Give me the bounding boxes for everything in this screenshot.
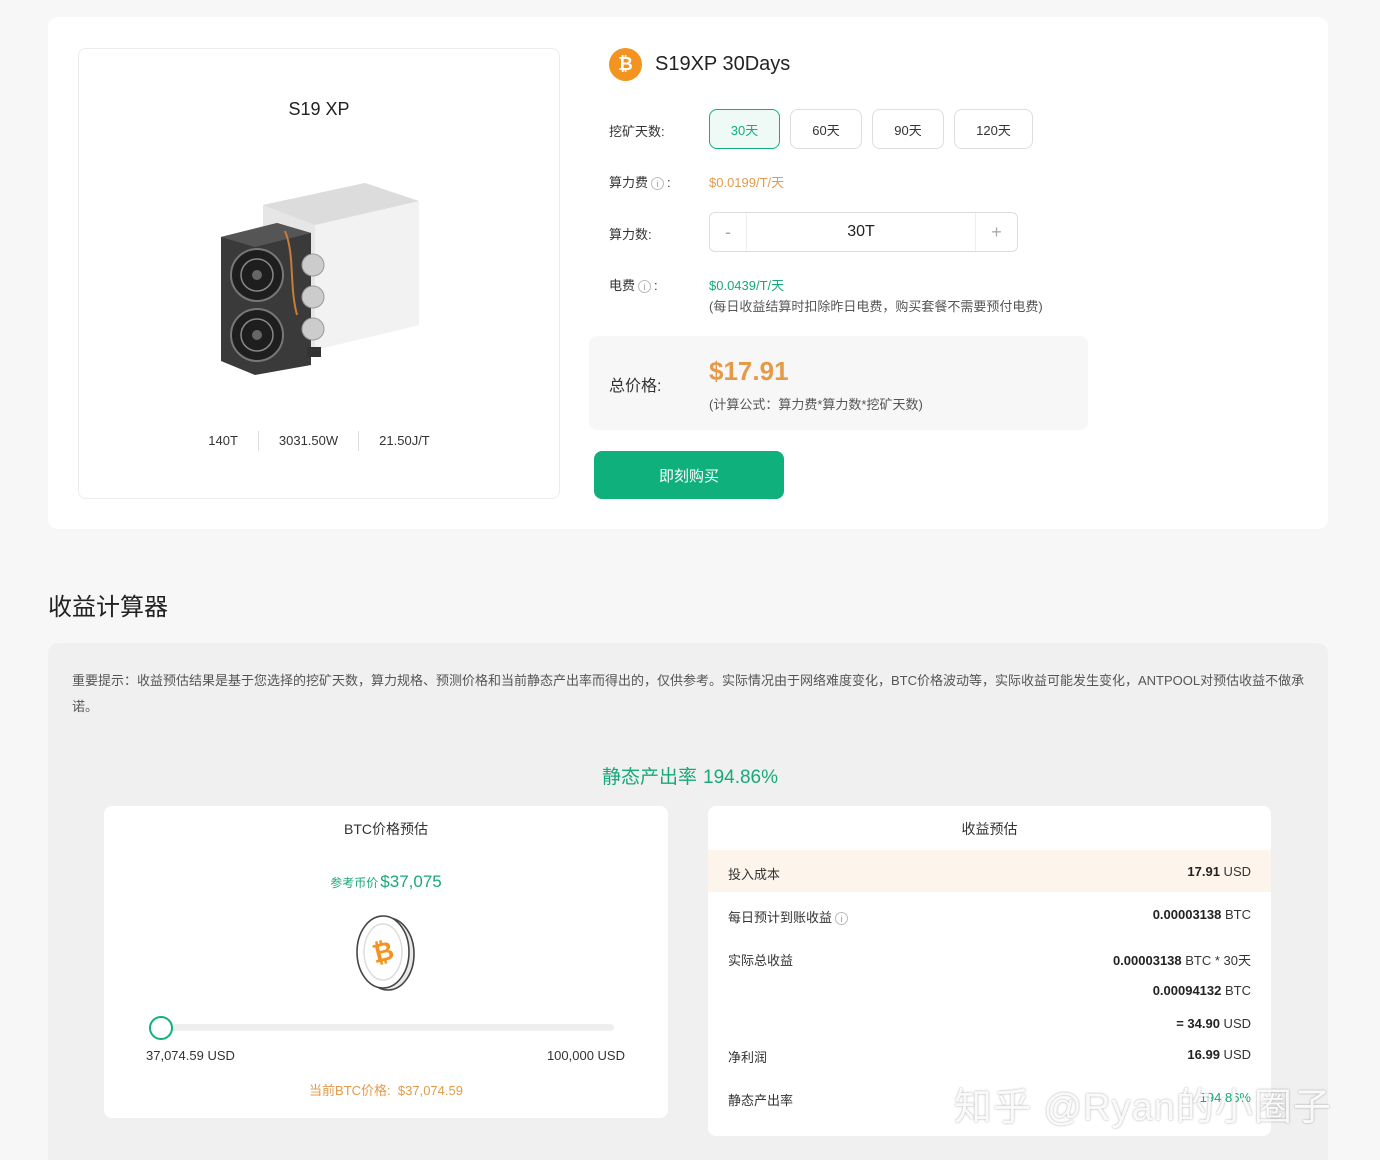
- spec-efficiency: 21.50J/T: [379, 433, 430, 448]
- days-label: 挖矿天数:: [609, 124, 665, 139]
- total-btc-unit: BTC: [1221, 983, 1251, 998]
- hashrate-stepper: - 30T +: [709, 212, 1018, 252]
- product-title: S19XP 30Days: [655, 53, 791, 75]
- net-profit-value: 16.99: [1187, 1047, 1220, 1062]
- total-price-box: 总价格: $17.91 (计算公式：算力费*算力数*挖矿天数): [589, 336, 1088, 430]
- ref-price-value: $37,075: [380, 872, 442, 891]
- miner-image: [221, 183, 419, 375]
- bitcoin-coin-icon: ₿: [356, 915, 415, 991]
- info-icon[interactable]: i: [638, 280, 652, 294]
- rate-label: 静态产出率: [728, 1093, 794, 1108]
- cost-row: 投入成本 17.91 USD: [708, 850, 1271, 892]
- hashrate-fee-value: $0.0199/T/天: [709, 175, 785, 190]
- increment-button[interactable]: +: [976, 213, 1017, 251]
- elec-colon: :: [654, 278, 658, 293]
- current-btc-price: 当前BTC价格: $37,074.59: [104, 1080, 668, 1099]
- day-option-30[interactable]: 30天: [709, 109, 780, 149]
- cost-unit: USD: [1219, 864, 1251, 879]
- hashrate-fee-colon: :: [667, 175, 671, 190]
- total-usd-value: = 34.90: [1176, 1016, 1220, 1031]
- product-name: S19 XP: [288, 99, 350, 119]
- cost-label: 投入成本: [728, 867, 781, 882]
- daily-row: 每日预计到账收益 i 0.00003138 BTC: [708, 893, 1271, 935]
- total-earn-value: 0.00003138: [1112, 953, 1182, 968]
- hashrate-input[interactable]: 30T: [746, 213, 976, 251]
- daily-value: 0.00003138: [1152, 907, 1222, 922]
- ref-price: 参考币价 $37,075: [104, 872, 668, 892]
- decrement-button[interactable]: -: [710, 213, 746, 251]
- slider-max-label: 100,000 USD: [546, 1048, 625, 1063]
- product-title-row: ₿ S19XP 30Days: [609, 48, 790, 81]
- total-formula: (计算公式：算力费*算力数*挖矿天数): [709, 397, 923, 412]
- net-profit-label: 净利润: [728, 1050, 768, 1065]
- total-label: 总价格:: [609, 378, 662, 395]
- total-earn-unit: BTC * 30天: [1181, 953, 1251, 968]
- static-rate-label: 静态产出率: [601, 767, 697, 788]
- elec-label-row: 电费 i:: [609, 275, 658, 294]
- hashrate-fee-label: 算力费: [609, 175, 649, 190]
- btc-price-panel: BTC价格预估 参考币价 $37,075 ₿ 37,074.59 USD 100,…: [104, 806, 668, 1118]
- static-rate-value: 194.86%: [703, 767, 779, 788]
- total-earn-label: 实际总收益: [728, 953, 794, 968]
- hashrate-fee-label-row: 算力费 i:: [609, 172, 671, 191]
- slider-min-label: 37,074.59 USD: [146, 1048, 235, 1063]
- elec-note: (每日收益结算时扣除昨日电费，购买套餐不需要预付电费): [709, 299, 1043, 314]
- product-specs: 140T 3031.50W 21.50J/T: [79, 431, 559, 451]
- info-icon[interactable]: i: [651, 177, 665, 191]
- spec-hashrate: 140T: [188, 431, 259, 451]
- calculator-heading: 收益计算器: [48, 594, 168, 621]
- elec-label: 电费: [609, 278, 636, 293]
- info-icon[interactable]: i: [835, 912, 849, 926]
- bitcoin-icon: ₿: [609, 48, 642, 81]
- net-profit-unit: USD: [1219, 1047, 1251, 1062]
- day-option-120[interactable]: 120天: [954, 109, 1033, 149]
- daily-label: 每日预计到账收益: [728, 910, 833, 925]
- ref-price-label: 参考币价: [330, 876, 379, 890]
- btc-panel-title: BTC价格预估: [344, 821, 428, 837]
- cost-value: 17.91: [1187, 864, 1220, 879]
- elec-fee-value: $0.0439/T/天: [709, 278, 785, 293]
- current-price-value: $37,074.59: [397, 1083, 463, 1098]
- day-option-60[interactable]: 60天: [790, 109, 862, 149]
- buy-button[interactable]: 即刻购买: [594, 451, 784, 499]
- watermark: 知乎 @Ryan的小圈子: [954, 1087, 1332, 1129]
- days-options: 30天 60天 90天 120天: [709, 109, 1033, 149]
- total-usd-unit: USD: [1219, 1016, 1251, 1031]
- net-profit-row: 净利润 16.99 USD: [708, 1033, 1271, 1075]
- calculator-notice: 重要提示：收益预估结果是基于您选择的挖矿天数，算力规格、预测价格和当前静态产出率…: [72, 673, 1305, 714]
- btc-price-slider-track[interactable]: [160, 1024, 614, 1031]
- daily-unit: BTC: [1221, 907, 1251, 922]
- total-value: $17.91: [709, 356, 789, 386]
- product-image-box: S19 XP 140T 3031.50W 21.50J/T: [78, 48, 560, 499]
- static-rate: 静态产出率 194.86%: [0, 762, 1380, 789]
- btc-price-slider-handle[interactable]: [149, 1016, 173, 1040]
- earnings-panel-title: 收益预估: [961, 821, 1018, 837]
- total-btc-value: 0.00094132: [1152, 983, 1222, 998]
- spec-power: 3031.50W: [259, 431, 360, 451]
- day-option-90[interactable]: 90天: [872, 109, 944, 149]
- hashrate-label: 算力数:: [609, 227, 652, 242]
- current-price-label: 当前BTC价格:: [309, 1083, 391, 1098]
